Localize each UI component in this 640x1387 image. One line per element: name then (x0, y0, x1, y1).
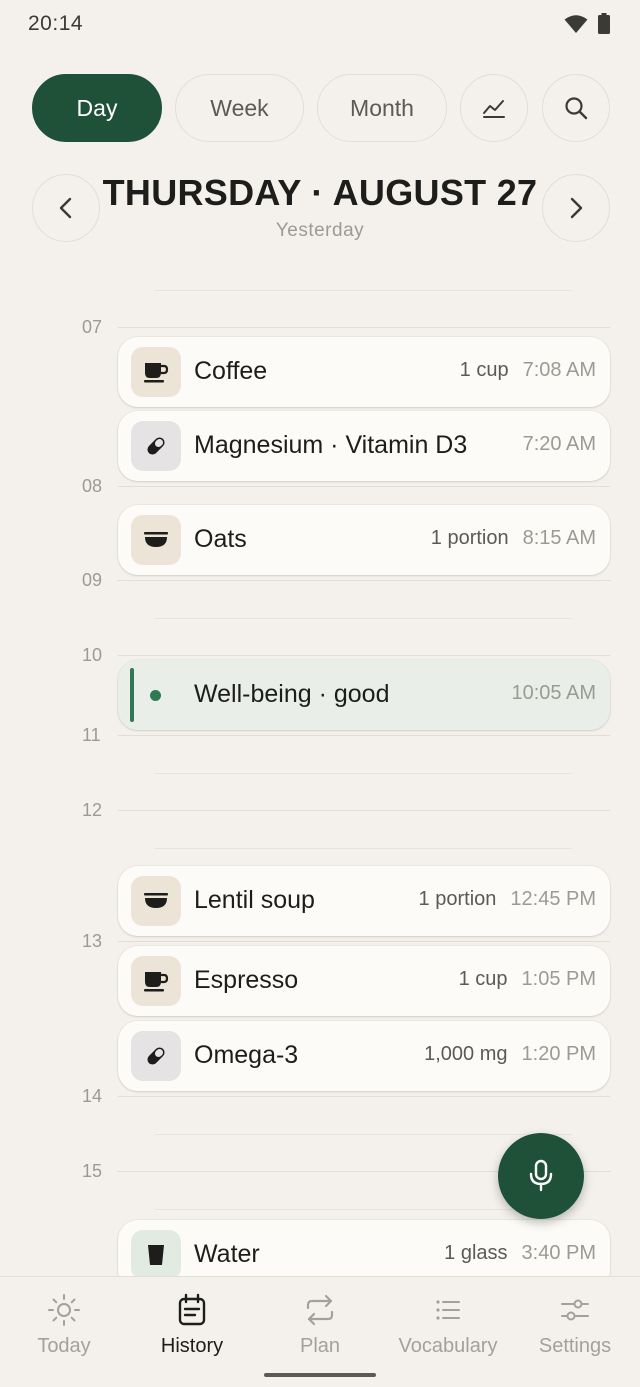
tab-week[interactable]: Week (175, 74, 304, 142)
tab-month[interactable]: Month (317, 74, 447, 142)
mood-indicator-bar (130, 668, 134, 722)
entry-name: Lentil soup (194, 886, 315, 914)
status-bar: 20:14 (0, 0, 640, 50)
entry-quantity: 1 portion (418, 888, 497, 910)
nav-label: Today (37, 1335, 91, 1357)
coffee-cup-icon (144, 972, 169, 992)
history-calendar-icon (178, 1293, 206, 1326)
bowl-icon (144, 532, 168, 547)
entry-time: 8:15 AM (522, 527, 596, 549)
mood-dot (150, 690, 161, 701)
bottom-nav: Today History Plan Vocabulary Settings (0, 1276, 640, 1387)
search-button[interactable] (542, 74, 610, 142)
entry-quantity: 1 cup (458, 968, 508, 990)
entry-card-magnesium-vitamin-d3[interactable]: Magnesium · Vitamin D3 7:20 AM (118, 411, 610, 481)
home-indicator (264, 1373, 376, 1377)
entry-time: 1:05 PM (521, 968, 596, 990)
entry-card-oats[interactable]: Oats 1 portion 8:15 AM (118, 505, 610, 575)
nav-item-plan[interactable]: Plan (256, 1293, 384, 1358)
hour-label: 07 (82, 317, 103, 337)
entry-name: Oats (194, 525, 247, 553)
list-icon (436, 1300, 460, 1320)
battery-icon (598, 13, 610, 34)
entry-quantity: 1 glass (444, 1242, 508, 1264)
entry-time: 12:45 PM (510, 888, 596, 910)
trend-chart-icon (483, 100, 505, 118)
entry-name: Magnesium · Vitamin D3 (194, 431, 468, 459)
entry-card-lentil-soup[interactable]: Lentil soup 1 portion 12:45 PM (118, 866, 610, 936)
trends-button[interactable] (460, 74, 528, 142)
hour-label: 13 (82, 931, 103, 951)
glass-icon (148, 1245, 164, 1265)
nav-item-vocabulary[interactable]: Vocabulary (384, 1293, 512, 1358)
hour-label: 08 (82, 476, 103, 496)
previous-day-button[interactable] (32, 174, 100, 242)
chevron-left-icon (59, 197, 72, 219)
entry-name: Espresso (194, 966, 299, 994)
voice-input-button[interactable] (498, 1133, 584, 1219)
pill-icon (147, 1047, 165, 1065)
microphone-icon (529, 1159, 553, 1192)
entry-quantity: 1,000 mg (424, 1043, 508, 1065)
bowl-icon (144, 893, 168, 908)
hour-label: 10 (82, 645, 103, 665)
date-title: THURSDAY · AUGUST 27 (102, 172, 538, 213)
entry-card-well-being[interactable]: Well-being · good 10:05 AM (118, 660, 610, 730)
nav-label: Plan (299, 1335, 341, 1357)
nav-label: Settings (538, 1335, 612, 1357)
hour-label: 15 (82, 1161, 103, 1181)
entry-time: 7:08 AM (522, 359, 596, 381)
entry-name: Water (194, 1240, 260, 1268)
nav-label: Vocabulary (398, 1335, 498, 1357)
nav-item-history[interactable]: History (128, 1293, 256, 1358)
relative-date: Yesterday (275, 220, 365, 241)
sliders-icon (561, 1299, 589, 1321)
search-icon (565, 97, 588, 120)
entry-name: Omega-3 (194, 1041, 299, 1069)
chevron-right-icon (570, 197, 583, 219)
hour-label: 12 (82, 800, 103, 820)
hour-label: 11 (82, 725, 101, 745)
pill-icon (147, 437, 165, 455)
entry-card-omega-3[interactable]: Omega-3 1,000 mg 1:20 PM (118, 1021, 610, 1091)
nav-item-settings[interactable]: Settings (511, 1293, 639, 1358)
entry-time: 3:40 PM (521, 1242, 596, 1264)
entry-name: Coffee (194, 357, 268, 385)
next-day-button[interactable] (542, 174, 610, 242)
entry-name: Well-being · good (194, 680, 390, 708)
entry-quantity: 1 cup (459, 359, 509, 381)
entry-time: 1:20 PM (521, 1043, 596, 1065)
entry-card-espresso[interactable]: Espresso 1 cup 1:05 PM (118, 946, 610, 1016)
repeat-icon (306, 1294, 334, 1326)
wifi-icon (564, 14, 588, 33)
status-time: 20:14 (28, 12, 84, 35)
hour-label: 09 (82, 570, 103, 590)
entry-card-coffee[interactable]: Coffee 1 cup 7:08 AM (118, 337, 610, 407)
nav-label: History (160, 1335, 224, 1357)
sun-icon (48, 1294, 80, 1326)
entry-time: 10:05 AM (511, 682, 596, 704)
entry-quantity: 1 portion (430, 527, 509, 549)
coffee-cup-icon (144, 363, 169, 383)
nav-item-today[interactable]: Today (0, 1293, 128, 1358)
entry-time: 7:20 AM (522, 433, 596, 455)
hour-label: 14 (82, 1086, 103, 1106)
tab-day[interactable]: Day (32, 74, 162, 142)
